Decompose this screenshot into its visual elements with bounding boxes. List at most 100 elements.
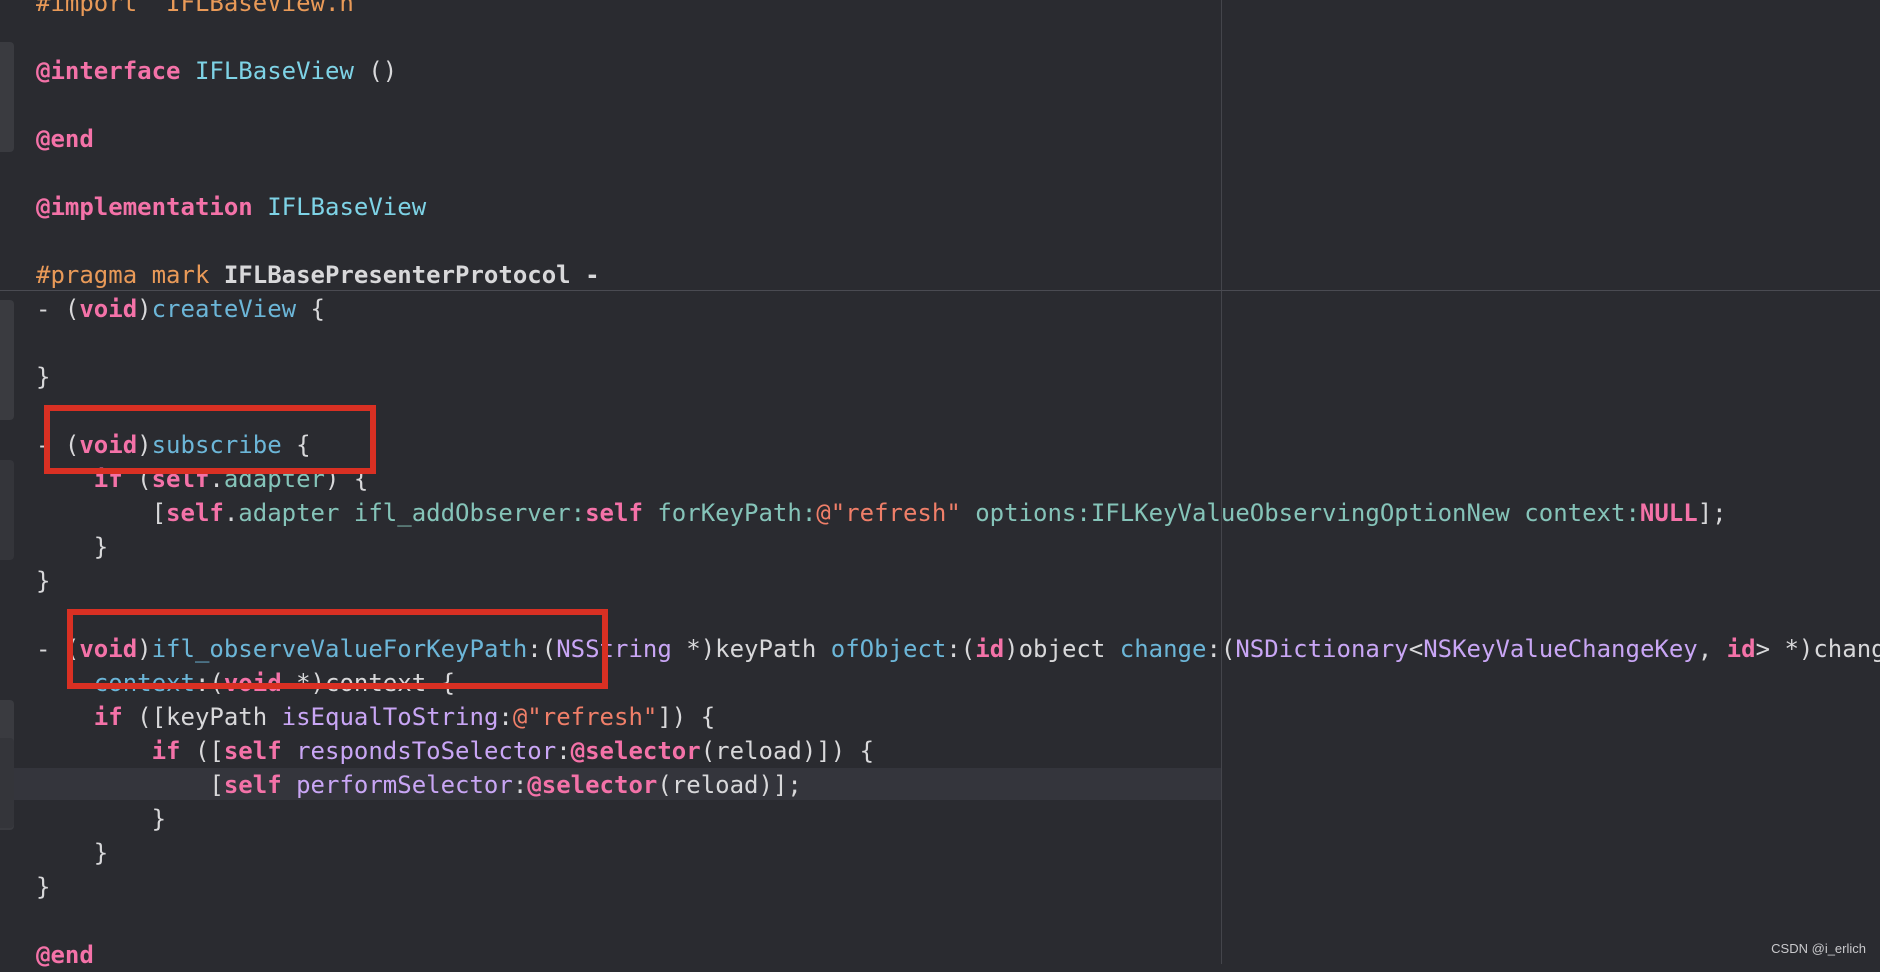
code-line[interactable]: } (36, 360, 1880, 394)
code-token: ([ (180, 737, 224, 765)
code-token: if (93, 703, 123, 731)
code-token: , (1697, 635, 1727, 663)
code-token: createView (151, 295, 297, 323)
code-token: } (36, 363, 51, 391)
code-token: : (556, 737, 571, 765)
code-line[interactable] (36, 326, 1880, 360)
code-line[interactable] (36, 904, 1880, 938)
code-token: options: (960, 499, 1091, 527)
code-line[interactable] (36, 224, 1880, 258)
code-line[interactable]: } (36, 870, 1880, 904)
code-line[interactable] (36, 88, 1880, 122)
code-token: isEqualToString (281, 703, 499, 731)
scope-bar-header (0, 42, 14, 152)
code-token: [ (36, 499, 167, 527)
code-token: if (151, 737, 181, 765)
code-token: :( (946, 635, 976, 663)
code-line[interactable] (36, 156, 1880, 190)
code-token: respondsToSelector (296, 737, 557, 765)
code-token: ) (137, 295, 152, 323)
code-token: IFLBasePresenterProtocol - (209, 261, 600, 289)
code-token: @end (36, 125, 94, 153)
code-token: performSelector (296, 771, 513, 799)
code-token: id (1726, 635, 1756, 663)
code-token: @end (36, 941, 94, 969)
code-line[interactable]: @interface IFLBaseView () (36, 54, 1880, 88)
watermark: CSDN @i_erlich (1771, 941, 1866, 956)
code-token: self (223, 737, 282, 765)
code-line[interactable]: } (36, 530, 1880, 564)
code-token: #pragma mark (36, 261, 210, 289)
code-token: NULL (1639, 499, 1698, 527)
code-token: IFLBaseView (194, 57, 354, 85)
code-token: change (1119, 635, 1207, 663)
code-token: } (36, 839, 109, 867)
code-line[interactable]: [self performSelector:@selector(reload)]… (36, 768, 1880, 802)
code-token: self (223, 771, 282, 799)
code-line[interactable]: if ([self respondsToSelector:@selector(r… (36, 734, 1880, 768)
code-token: :( (1206, 635, 1236, 663)
code-token: *)keyPath (671, 635, 831, 663)
code-line[interactable]: #pragma mark IFLBasePresenterProtocol - (36, 258, 1880, 292)
annotation-box-observe (67, 609, 608, 689)
code-token: () (353, 57, 398, 85)
code-token: < (1408, 635, 1424, 663)
code-token: @"refresh" (512, 703, 658, 731)
code-token: NSDictionary (1235, 635, 1409, 663)
code-line[interactable]: #import "IFLBaseView.h" (36, 0, 1880, 20)
code-token: id (975, 635, 1005, 663)
code-token: )object (1004, 635, 1120, 663)
code-token: #import "IFLBaseView.h" (36, 0, 369, 17)
code-token: IFLBaseView (267, 193, 427, 221)
code-token: [ (36, 771, 224, 799)
code-token: { (296, 295, 326, 323)
code-token: } (36, 533, 109, 561)
code-token: @selector (570, 737, 701, 765)
scope-bar-observe-inner (0, 738, 14, 828)
code-token: ofObject (830, 635, 947, 663)
code-token: } (36, 805, 167, 833)
code-line[interactable]: } (36, 564, 1880, 598)
code-line[interactable]: @end (36, 938, 1880, 972)
code-token: adapter (238, 499, 340, 527)
code-token: ]; (1697, 499, 1727, 527)
code-editor[interactable]: #import "IFLBaseView.h" @interface IFLBa… (0, 0, 1880, 969)
code-token: @interface (36, 57, 181, 85)
code-token: forKeyPath: (642, 499, 817, 527)
code-line[interactable]: if ([keyPath isEqualToString:@"refresh"]… (36, 700, 1880, 734)
code-token: IFLKeyValueObservingOptionNew (1090, 499, 1510, 527)
code-line[interactable]: @implementation IFLBaseView (36, 190, 1880, 224)
code-token: } (36, 567, 51, 595)
scope-bar-implementation (0, 300, 14, 420)
code-token: (reload)]) { (700, 737, 875, 765)
code-line[interactable] (36, 20, 1880, 54)
code-token: @implementation (36, 193, 253, 221)
code-line[interactable]: - (void)createView { (36, 292, 1880, 326)
code-token: self (166, 499, 224, 527)
code-line[interactable]: @end (36, 122, 1880, 156)
code-token: NSKeyValueChangeKey (1423, 635, 1698, 663)
code-token: : (512, 771, 528, 799)
code-line[interactable]: } (36, 836, 1880, 870)
code-token: : (498, 703, 513, 731)
code-line[interactable]: [self.adapter ifl_addObserver:self forKe… (36, 496, 1880, 530)
code-token: . (223, 499, 239, 527)
code-token: > *)change (1755, 635, 1880, 663)
annotation-box-subscribe (44, 405, 376, 474)
code-token: @"refresh" (816, 499, 961, 527)
code-token: @selector (527, 771, 658, 799)
code-token: ([keyPath (122, 703, 282, 731)
code-token: void (79, 295, 138, 323)
code-line[interactable]: } (36, 802, 1880, 836)
code-token: - ( (36, 295, 80, 323)
code-token: context: (1509, 499, 1640, 527)
code-token: } (36, 873, 51, 901)
code-token: self (585, 499, 643, 527)
source-code[interactable]: #import "IFLBaseView.h" @interface IFLBa… (36, 0, 1880, 972)
